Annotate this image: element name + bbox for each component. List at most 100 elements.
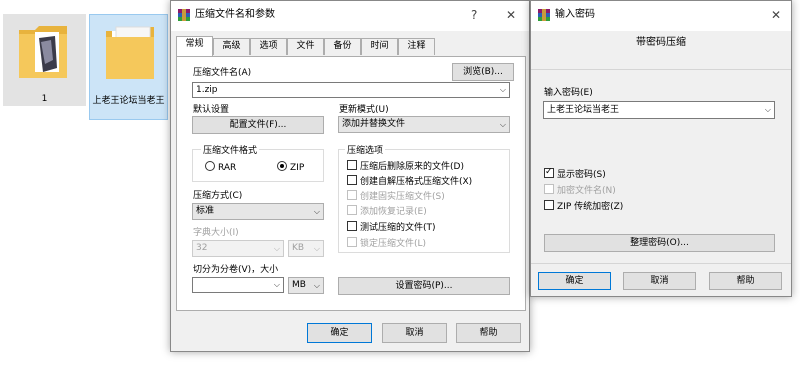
encrypt-filenames-checkbox: 加密文件名(N) [544, 184, 616, 197]
chevron-down-icon: ⌵ [273, 244, 280, 253]
test-archive-checkbox[interactable]: 测试压缩的文件(T) [347, 221, 436, 234]
update-mode-value: 添加并替换文件 [342, 119, 406, 129]
help-title-button[interactable]: ? [471, 8, 477, 22]
create-sfx-checkbox[interactable]: 创建自解压格式压缩文件(X) [347, 175, 472, 188]
option-label: ZIP 传统加密(Z) [557, 202, 624, 212]
radio-button-selected [277, 161, 287, 171]
zip-radio[interactable]: ZIP [277, 161, 304, 174]
update-mode-label: 更新模式(U) [339, 105, 389, 115]
close-button[interactable]: ✕ [771, 8, 781, 22]
tab-general[interactable]: 常规 [176, 36, 213, 56]
password-value: 上老王论坛当老王 [547, 105, 620, 115]
folder-icon [106, 26, 154, 79]
file-label: 1 [41, 94, 48, 104]
option-label: 锁定压缩文件(L) [360, 239, 427, 249]
chevron-down-icon[interactable]: ⌵ [765, 102, 771, 118]
desktop-file-1[interactable]: 1 [3, 14, 86, 106]
option-label: 创建自解压格式压缩文件(X) [360, 177, 473, 187]
general-tab-panel: 压缩文件名(A) 浏览(B)... 1.zip ⌵ 默认设置 配置文件(F)..… [176, 56, 526, 311]
method-select[interactable]: 标准 ⌵ [192, 203, 324, 220]
tab-options[interactable]: 选项 [250, 38, 287, 55]
archive-name-input[interactable]: 1.zip ⌵ [192, 82, 510, 98]
tab-advanced[interactable]: 高级 [213, 38, 250, 55]
password-label: 输入密码(E) [544, 88, 593, 98]
title-bar: 输入密码 ✕ [531, 1, 791, 31]
password-input[interactable]: 上老王论坛当老王 ⌵ [543, 101, 775, 119]
tab-files[interactable]: 文件 [287, 38, 324, 55]
tab-time[interactable]: 时间 [361, 38, 398, 55]
file-label: 上老王论坛当老王 [92, 96, 165, 106]
checkbox [347, 160, 357, 170]
update-mode-select[interactable]: 添加并替换文件 ⌵ [338, 116, 510, 133]
check-icon: ✓ [545, 167, 553, 177]
dict-size-label: 字典大小(I) [193, 228, 239, 238]
method-value: 标准 [196, 206, 215, 216]
dict-unit-select: KB ⌵ [288, 240, 324, 257]
tab-comment[interactable]: 注释 [398, 38, 435, 55]
zip-legacy-encryption-checkbox[interactable]: ZIP 传统加密(Z) [544, 200, 623, 213]
split-unit-select[interactable]: MB ⌵ [288, 277, 324, 294]
rar-label: RAR [218, 163, 237, 173]
checkbox [544, 184, 554, 194]
zip-label: ZIP [290, 163, 305, 173]
help-button[interactable]: 帮助 [709, 272, 782, 290]
split-unit-value: MB [292, 280, 306, 290]
tab-bar: 常规 高级 选项 文件 备份 时间 注释 [176, 36, 526, 57]
format-group-label: 压缩文件格式 [201, 145, 260, 157]
profiles-button[interactable]: 配置文件(F)... [192, 116, 324, 134]
option-label: 压缩后删除原来的文件(D) [360, 162, 464, 172]
option-label: 显示密码(S) [557, 170, 606, 180]
archive-name-value: 1.zip [196, 85, 218, 95]
option-label: 加密文件名(N) [557, 186, 616, 196]
chevron-down-icon[interactable]: ⌵ [274, 278, 280, 292]
set-password-button[interactable]: 设置密码(P)... [338, 277, 510, 295]
tab-backup[interactable]: 备份 [324, 38, 361, 55]
show-password-checkbox[interactable]: ✓ 显示密码(S) [544, 167, 606, 181]
radio-button [205, 161, 215, 171]
option-label: 创建固实压缩文件(S) [360, 192, 445, 202]
recovery-record-checkbox: 添加恢复记录(E) [347, 205, 427, 218]
checkbox [347, 237, 357, 247]
method-label: 压缩方式(C) [193, 191, 243, 201]
help-button[interactable]: 帮助 [456, 323, 521, 343]
lock-archive-checkbox: 锁定压缩文件(L) [347, 237, 426, 250]
archive-name-dialog: 压缩文件名和参数 ? ✕ 常规 高级 选项 文件 备份 时间 注释 压缩文件名(… [170, 0, 530, 352]
window-title: 输入密码 [555, 9, 595, 20]
password-dialog: 输入密码 ✕ 带密码压缩 输入密码(E) 上老王论坛当老王 ⌵ ✓ 显示密码(S)… [530, 0, 792, 297]
browse-button[interactable]: 浏览(B)... [452, 63, 514, 81]
checkbox [347, 205, 357, 215]
split-volume-input[interactable]: ⌵ [192, 277, 284, 293]
title-bar: 压缩文件名和参数 ? ✕ [171, 1, 529, 31]
chevron-down-icon: ⌵ [313, 244, 320, 253]
cancel-button[interactable]: 取消 [382, 323, 447, 343]
archive-name-label: 压缩文件名(A) [193, 68, 252, 78]
chevron-down-icon: ⌵ [313, 281, 320, 290]
checkbox [347, 175, 357, 185]
solid-archive-checkbox: 创建固实压缩文件(S) [347, 190, 445, 203]
dict-size-value: 32 [196, 243, 208, 253]
window-title: 压缩文件名和参数 [195, 9, 275, 20]
dict-unit-value: KB [292, 243, 305, 253]
ok-button[interactable]: 确定 [307, 323, 372, 343]
chevron-down-icon: ⌵ [499, 120, 506, 129]
divider [531, 263, 791, 264]
checkbox [347, 221, 357, 231]
divider [531, 69, 791, 70]
chevron-down-icon[interactable]: ⌵ [500, 83, 506, 97]
default-settings-label: 默认设置 [193, 105, 230, 115]
cancel-button[interactable]: 取消 [623, 272, 696, 290]
option-label: 测试压缩的文件(T) [360, 223, 436, 233]
folder-icon [19, 26, 67, 78]
winrar-icon [178, 9, 190, 21]
option-label: 添加恢复记录(E) [360, 207, 427, 217]
options-group-label: 压缩选项 [345, 145, 386, 157]
rar-radio[interactable]: RAR [205, 161, 236, 174]
split-volume-label: 切分为分卷(V)，大小 [193, 265, 279, 275]
chevron-down-icon: ⌵ [313, 207, 320, 216]
organize-passwords-button[interactable]: 整理密码(O)... [544, 234, 775, 252]
desktop-file-2[interactable]: 上老王论坛当老王 [89, 14, 168, 120]
checkbox [544, 200, 554, 210]
delete-after-checkbox[interactable]: 压缩后删除原来的文件(D) [347, 160, 464, 173]
ok-button[interactable]: 确定 [538, 272, 611, 290]
close-button[interactable]: ✕ [506, 8, 516, 22]
